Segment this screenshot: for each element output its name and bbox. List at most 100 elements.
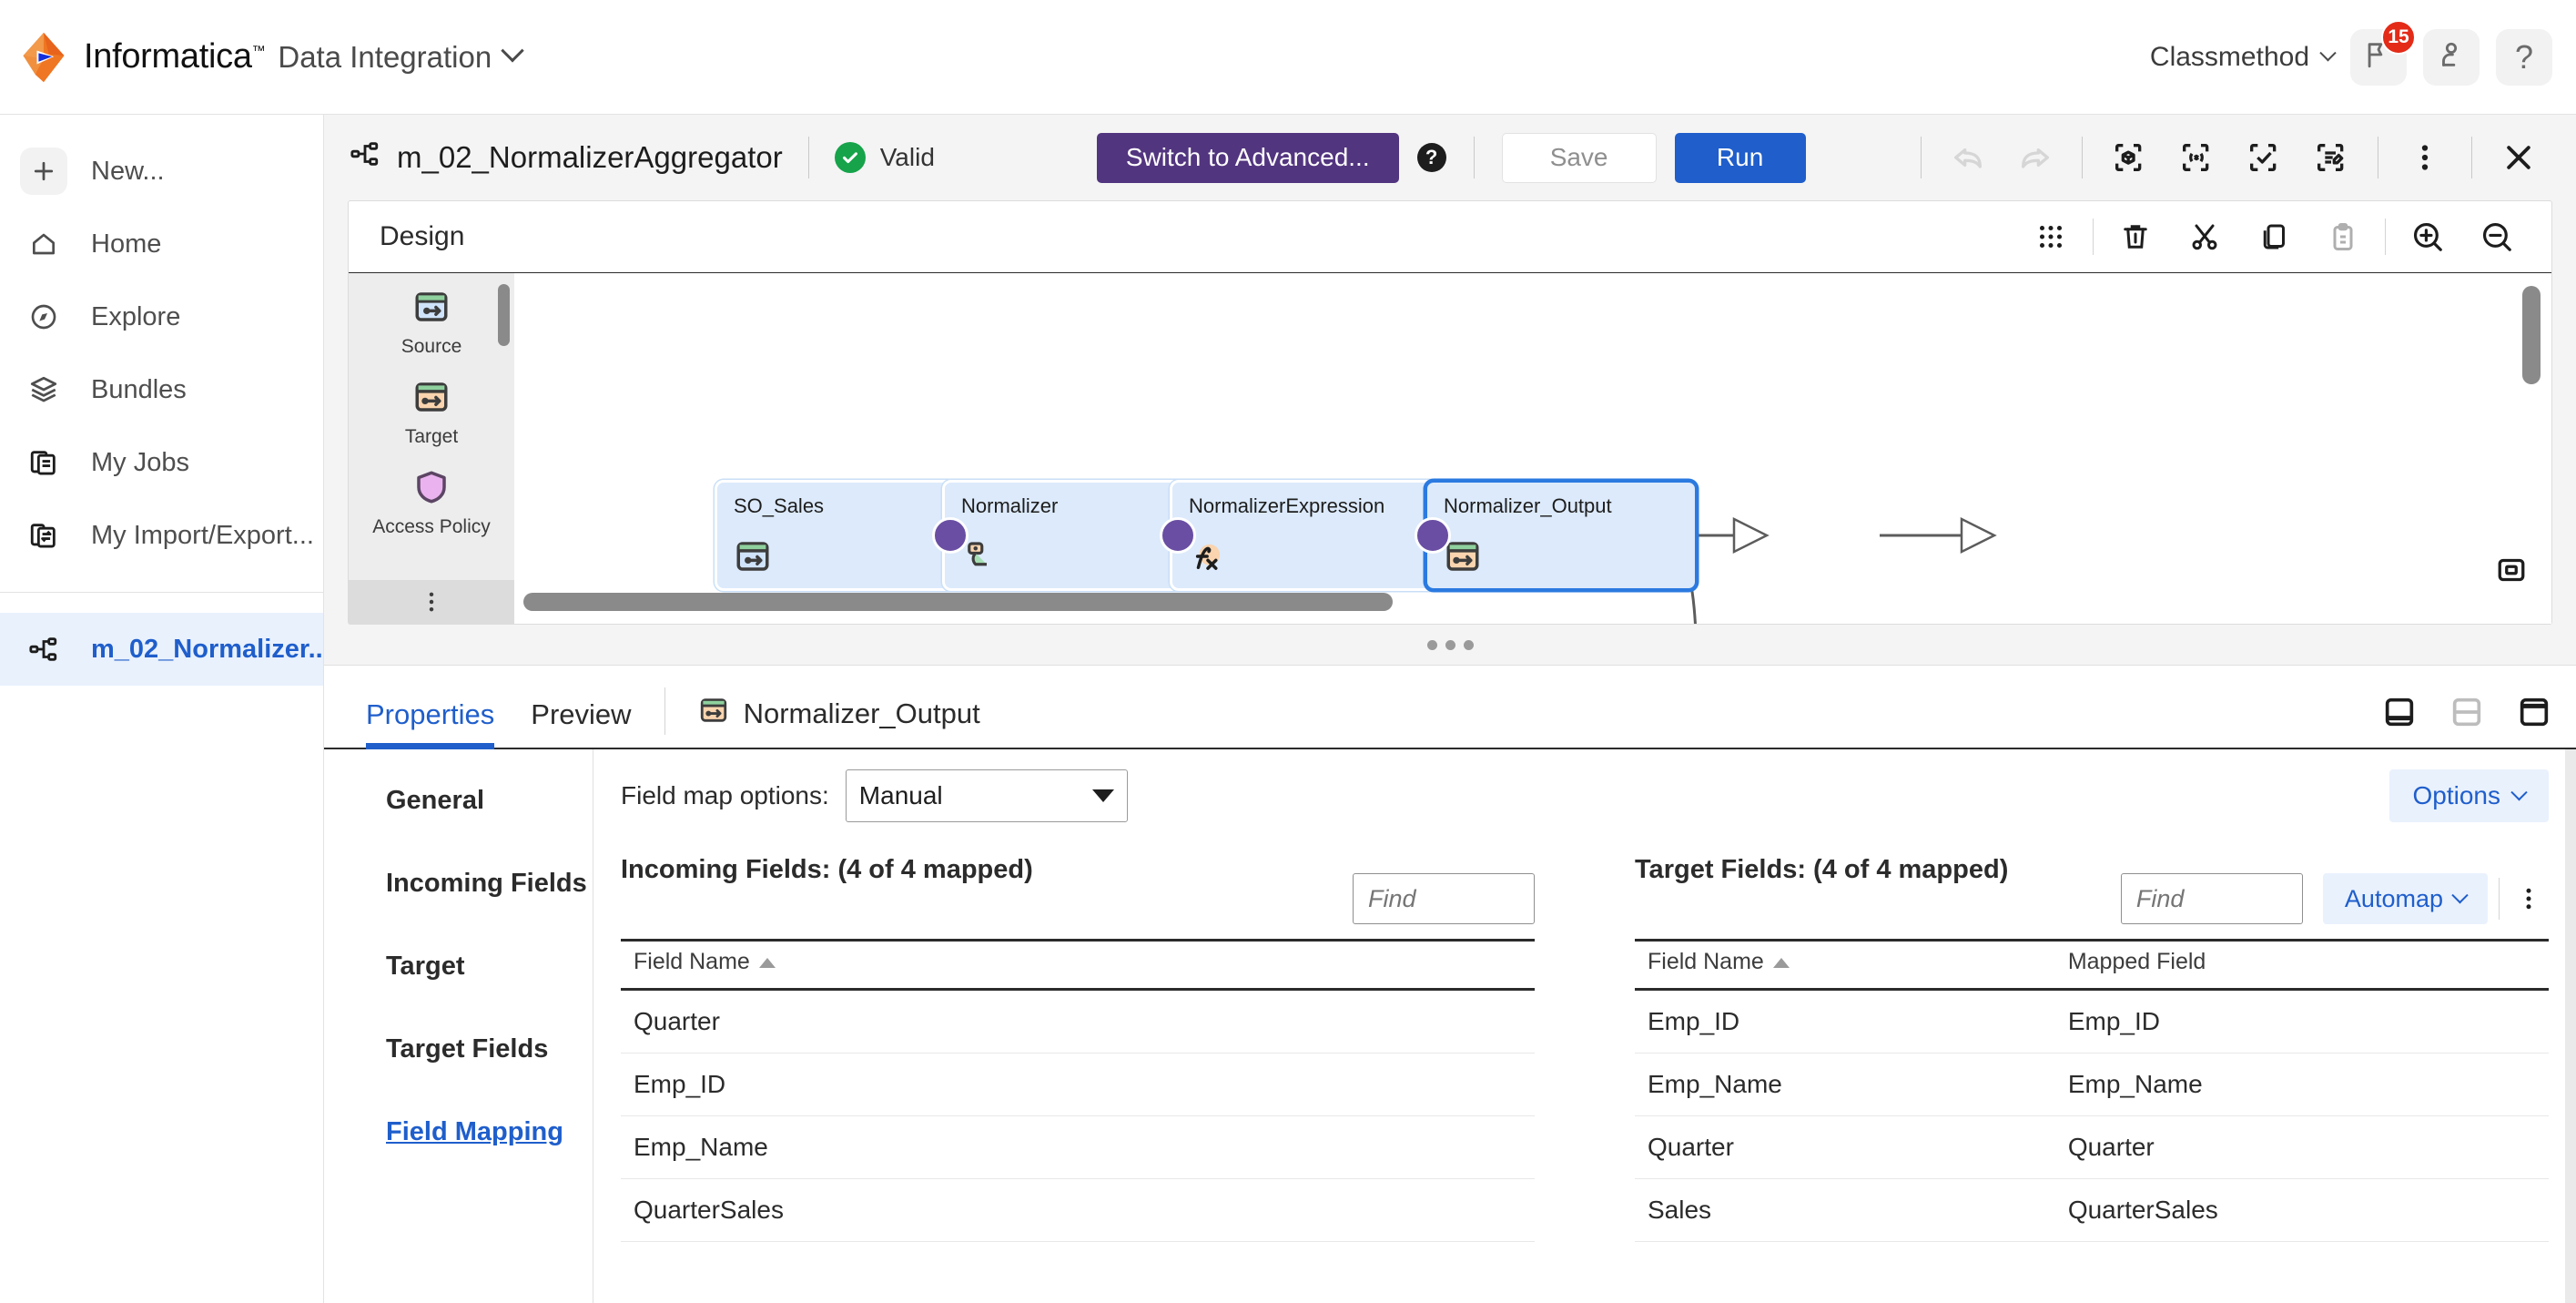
field-mapping-columns: Incoming Fields: (4 of 4 mapped) Field N… xyxy=(621,855,2549,1242)
divider xyxy=(807,137,809,178)
props-nav-incoming-fields[interactable]: Incoming Fields xyxy=(386,869,593,899)
redo-icon[interactable] xyxy=(2012,134,2059,181)
canvas-node-normalizer-expression[interactable]: NormalizerExpression xyxy=(1160,480,1458,591)
canvas-node-normalizer-output[interactable]: Normalizer_Output xyxy=(1415,480,1698,591)
table-row[interactable]: QuarterSales xyxy=(621,1178,1535,1242)
grid-layout-icon[interactable] xyxy=(2029,215,2073,259)
panel-resize-handle[interactable] xyxy=(324,625,2576,665)
target-icon xyxy=(412,378,451,421)
fit-to-screen-icon[interactable] xyxy=(2495,554,2528,591)
validate-icon[interactable] xyxy=(2240,134,2287,181)
notification-badge: 15 xyxy=(2381,19,2416,55)
more-options-icon[interactable] xyxy=(2401,134,2449,181)
divider xyxy=(664,687,665,735)
sidebar-item-my-jobs[interactable]: My Jobs xyxy=(0,426,323,499)
divider xyxy=(2082,137,2083,178)
table-row[interactable]: Emp_ID Emp_ID xyxy=(1635,989,2549,1054)
save-button[interactable]: Save xyxy=(1501,132,1657,183)
notifications-button[interactable]: 15 xyxy=(2350,19,2416,86)
sidebar-item-new[interactable]: New... xyxy=(0,135,323,208)
tab-properties[interactable]: Properties xyxy=(366,698,495,749)
chevron-down-icon xyxy=(1091,789,1114,802)
trash-icon[interactable] xyxy=(2114,215,2157,259)
layout-split-panel-icon[interactable] xyxy=(2449,694,2485,735)
canvas-node-normalizer[interactable]: Normalizer xyxy=(932,480,1203,591)
palette-item-label: Source xyxy=(401,336,462,357)
tab-preview[interactable]: Preview xyxy=(531,698,631,748)
canvas-horizontal-scrollbar[interactable] xyxy=(523,593,1393,611)
column-header-field-name[interactable]: Field Name xyxy=(1635,939,2055,991)
target-icon xyxy=(698,695,729,733)
sidebar-item-explore[interactable]: Explore xyxy=(0,280,323,353)
props-nav-target-fields[interactable]: Target Fields xyxy=(386,1034,593,1064)
node-input-port[interactable] xyxy=(932,517,969,554)
table-row[interactable]: Sales QuarterSales xyxy=(1635,1178,2549,1242)
sidebar-item-my-import-export[interactable]: My Import/Export... xyxy=(0,499,323,572)
automap-button[interactable]: Automap xyxy=(2322,873,2488,924)
target-fields-section: Target Fields: (4 of 4 mapped) Automap xyxy=(1635,855,2549,1242)
run-button[interactable]: Run xyxy=(1674,132,1806,183)
target-find-input[interactable] xyxy=(2120,873,2303,924)
table-row[interactable]: Quarter Quarter xyxy=(1635,1115,2549,1179)
node-label: SO_Sales xyxy=(734,494,825,517)
table-row[interactable]: Emp_Name xyxy=(621,1115,1535,1179)
node-input-port[interactable] xyxy=(1415,517,1451,554)
canvas-node-so-sales[interactable]: SO_Sales xyxy=(715,480,976,591)
properties-body: General Incoming Fields Target Target Fi… xyxy=(324,749,2576,1303)
options-button[interactable]: Options xyxy=(2388,769,2549,822)
paste-icon[interactable] xyxy=(2321,215,2365,259)
palette-item-access-policy[interactable]: Access Policy xyxy=(349,468,514,538)
props-nav-target[interactable]: Target xyxy=(386,952,593,982)
table-row[interactable]: Emp_Name Emp_Name xyxy=(1635,1053,2549,1116)
target-fields-more-icon[interactable] xyxy=(2509,873,2549,924)
layout-top-panel-icon[interactable] xyxy=(2516,694,2552,735)
switch-to-advanced-button[interactable]: Switch to Advanced... xyxy=(1096,132,1399,183)
copy-icon[interactable] xyxy=(2252,215,2296,259)
user-profile-button[interactable] xyxy=(2423,28,2480,86)
palette-scrollbar[interactable] xyxy=(498,284,510,346)
home-icon xyxy=(20,220,67,268)
mapping-canvas[interactable]: SO_Sales Normalizer NormalizerExpression… xyxy=(514,273,2551,624)
layout-bottom-panel-icon[interactable] xyxy=(2381,694,2418,735)
org-selector[interactable]: Classmethod xyxy=(2150,42,2337,73)
chevron-down-icon xyxy=(2451,886,2469,903)
zoom-out-icon[interactable] xyxy=(2475,215,2519,259)
column-header-field-name[interactable]: Field Name xyxy=(621,939,1535,991)
parameters-icon[interactable] xyxy=(2173,134,2220,181)
incoming-fields-section: Incoming Fields: (4 of 4 mapped) Field N… xyxy=(621,855,1535,1242)
product-switcher-chevron-icon[interactable] xyxy=(501,39,524,67)
source-icon xyxy=(412,288,451,331)
document-edit-icon[interactable] xyxy=(2307,134,2355,181)
product-name: Data Integration xyxy=(278,39,492,74)
sidebar-item-home[interactable]: Home xyxy=(0,208,323,280)
sidebar-item-bundles[interactable]: Bundles xyxy=(0,353,323,426)
undo-icon[interactable] xyxy=(1944,134,1992,181)
sidebar-item-label: My Import/Export... xyxy=(91,520,314,550)
canvas-vertical-scrollbar[interactable] xyxy=(2522,286,2541,384)
column-header-mapped-field[interactable]: Mapped Field xyxy=(2054,939,2549,991)
palette-item-source[interactable]: Source xyxy=(349,288,514,358)
target-fields-table: Field Name Mapped Field Emp_ID Emp_ID Emp… xyxy=(1635,939,2549,1242)
incoming-fields-table: Field Name Quarter Emp_ID Emp_Name Quart… xyxy=(621,939,1535,1242)
field-map-options-select[interactable]: Manual xyxy=(845,769,1128,822)
chevron-down-icon xyxy=(2510,783,2528,800)
zoom-in-icon[interactable] xyxy=(2406,215,2449,259)
close-icon[interactable] xyxy=(2495,134,2542,181)
incoming-find-input[interactable] xyxy=(1353,873,1535,924)
package-icon[interactable] xyxy=(2105,134,2153,181)
help-button[interactable]: ? xyxy=(2496,28,2552,86)
node-input-port[interactable] xyxy=(1160,517,1196,554)
props-nav-general[interactable]: General xyxy=(386,786,593,816)
sidebar-item-open-asset[interactable]: m_02_Normalizer... xyxy=(0,613,330,686)
target-fields-tools: Automap xyxy=(2120,873,2549,924)
properties-tab-bar: Properties Preview Normalizer_Output xyxy=(324,666,2576,749)
help-icon[interactable]: ? xyxy=(1416,143,1446,172)
table-row[interactable]: Quarter xyxy=(621,989,1535,1054)
props-nav-field-mapping[interactable]: Field Mapping xyxy=(386,1117,593,1147)
divider xyxy=(2499,878,2500,920)
palette-more-button[interactable] xyxy=(349,580,514,624)
palette-item-target[interactable]: Target xyxy=(349,378,514,448)
cut-icon[interactable] xyxy=(2183,215,2226,259)
informatica-logo-icon xyxy=(16,30,71,85)
table-row[interactable]: Emp_ID xyxy=(621,1053,1535,1116)
